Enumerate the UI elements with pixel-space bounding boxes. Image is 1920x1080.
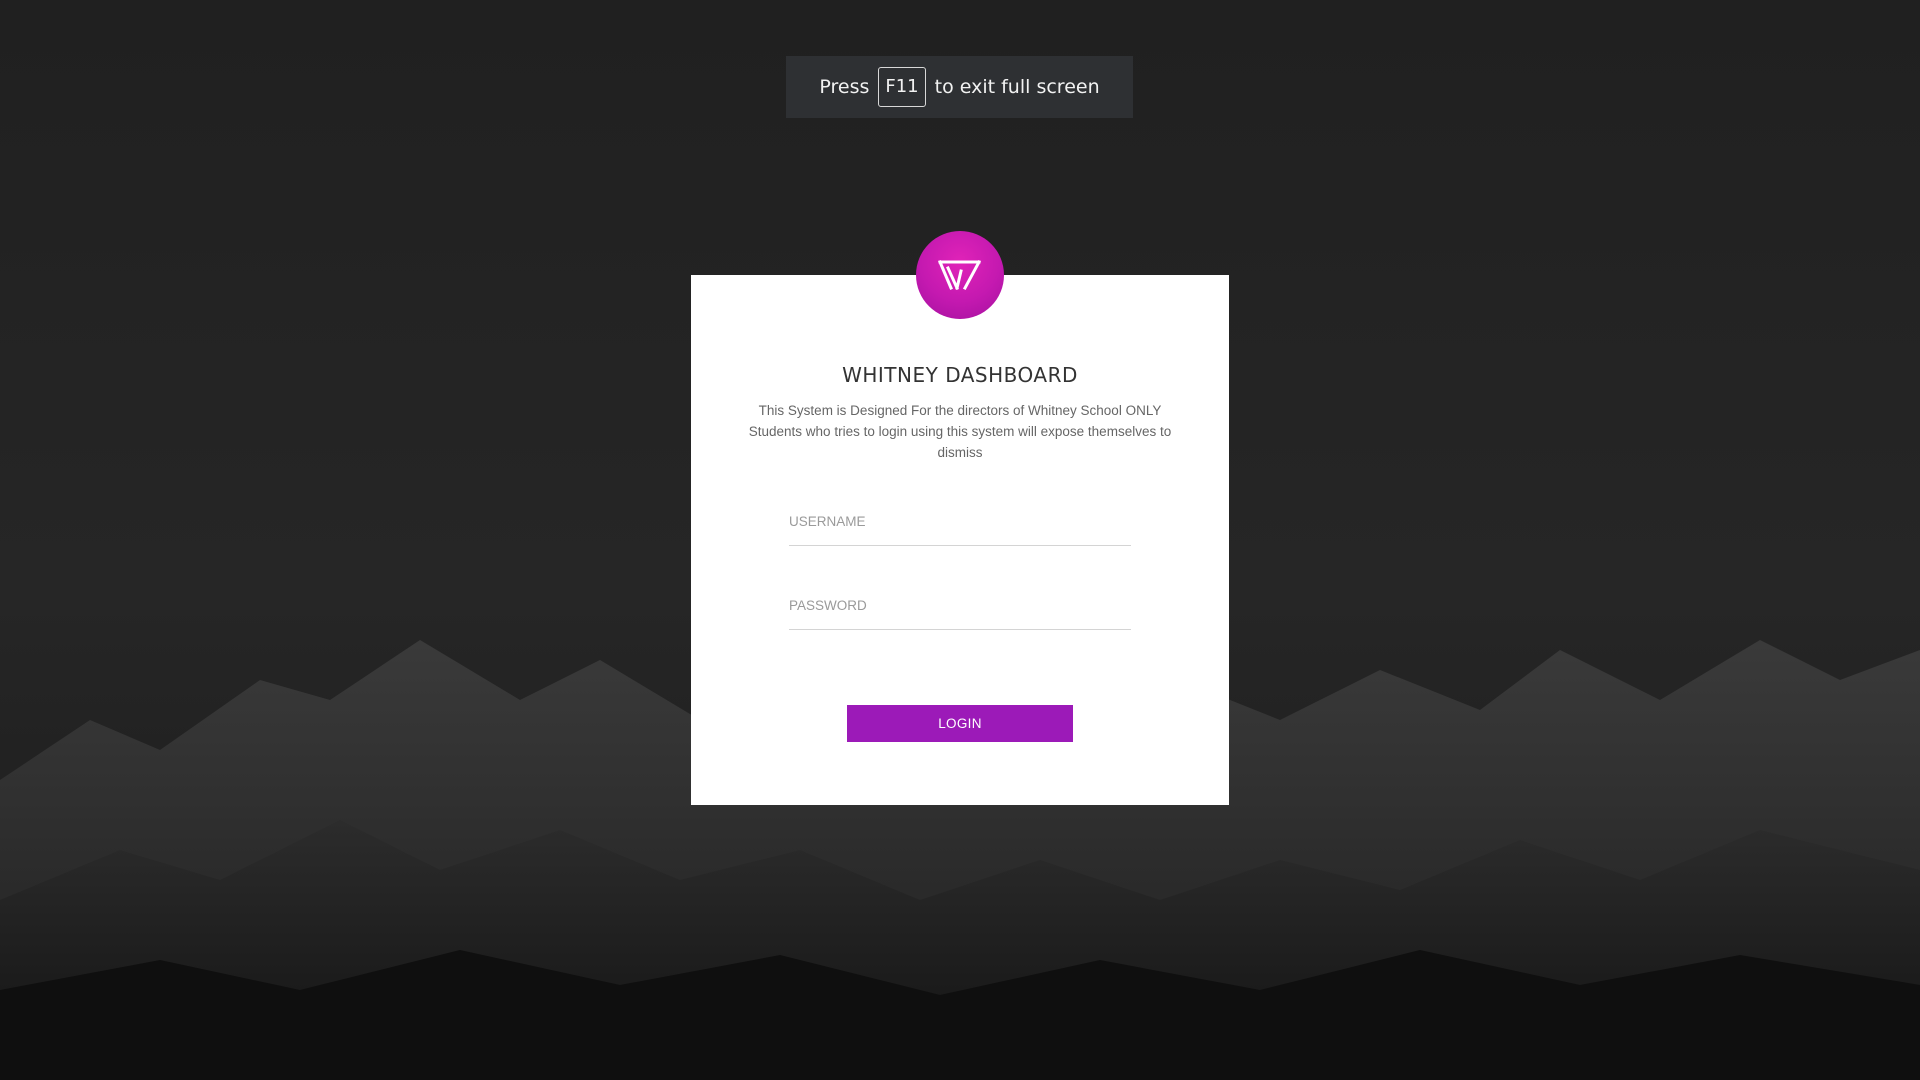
- fullscreen-notice-prefix: Press: [819, 76, 870, 98]
- username-input[interactable]: [789, 510, 1131, 546]
- w-logo-glyph: [938, 259, 982, 291]
- login-description: This System is Designed For the director…: [748, 403, 1172, 460]
- login-page: Press F11 to exit full screen WHITNEY DA…: [0, 0, 1920, 1080]
- page-title: WHITNEY DASHBOARD: [842, 363, 1078, 387]
- password-input[interactable]: [789, 594, 1131, 630]
- login-button[interactable]: LOGIN: [847, 705, 1073, 742]
- fullscreen-notice: Press F11 to exit full screen: [786, 56, 1133, 118]
- f11-key-badge: F11: [878, 67, 926, 107]
- w-logo-icon: [916, 231, 1004, 319]
- fullscreen-notice-suffix: to exit full screen: [934, 76, 1100, 98]
